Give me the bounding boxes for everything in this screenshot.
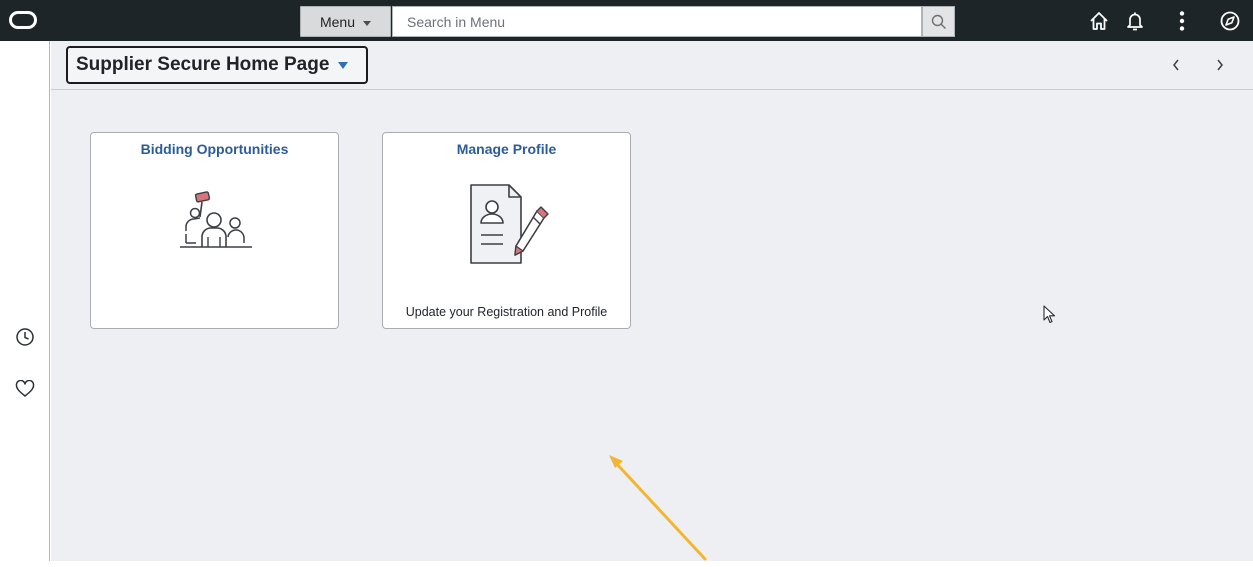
chevron-right-icon (1217, 59, 1223, 71)
caret-down-icon (338, 62, 349, 69)
notification-bell-icon (1127, 12, 1143, 31)
navbar-compass-icon (1220, 11, 1240, 31)
next-homepage-button[interactable] (1209, 54, 1231, 76)
notifications-button[interactable] (1119, 5, 1151, 37)
menu-button-label: Menu (319, 13, 356, 30)
auction-bidders-icon (180, 191, 252, 248)
oracle-logo-icon[interactable] (9, 11, 37, 29)
menu-button[interactable]: Menu (300, 6, 391, 37)
caret-down-icon (363, 20, 372, 26)
actions-button[interactable] (1166, 5, 1198, 37)
mouse-pointer-icon (1043, 305, 1056, 324)
homepage-content: Bidding Opportunities Manage Profile Upd… (51, 90, 1253, 561)
home-icon (1090, 12, 1108, 30)
recent-places-button[interactable] (13, 325, 37, 349)
tile-manage-profile[interactable]: Manage Profile Update your Registration … (382, 132, 631, 329)
tile-title: Manage Profile (456, 141, 557, 157)
search-icon (931, 14, 946, 29)
left-side-rail (0, 41, 50, 561)
favorites-heart-icon (15, 380, 35, 397)
tile-title: Bidding Opportunities (140, 141, 289, 157)
actions-kebab-icon (1179, 11, 1185, 31)
homepage-selector[interactable]: Supplier Secure Home Page (66, 46, 368, 84)
previous-homepage-button[interactable] (1165, 54, 1187, 76)
annotation-arrow-icon (609, 455, 707, 561)
chevron-left-icon (1173, 59, 1179, 71)
top-banner: Menu (0, 0, 1253, 41)
home-button[interactable] (1083, 5, 1115, 37)
navbar-button[interactable] (1214, 5, 1246, 37)
tile-description: Update your Registration and Profile (405, 305, 608, 319)
search-button[interactable] (922, 6, 955, 37)
favorites-button[interactable] (13, 377, 37, 401)
tile-bidding-opportunities[interactable]: Bidding Opportunities (90, 132, 339, 329)
profile-document-pencil-icon (470, 184, 549, 264)
recent-clock-icon (16, 328, 34, 346)
search-input[interactable] (392, 6, 922, 37)
page-title: Supplier Secure Home Page (76, 54, 330, 75)
homepage-header: Supplier Secure Home Page (51, 41, 1253, 90)
